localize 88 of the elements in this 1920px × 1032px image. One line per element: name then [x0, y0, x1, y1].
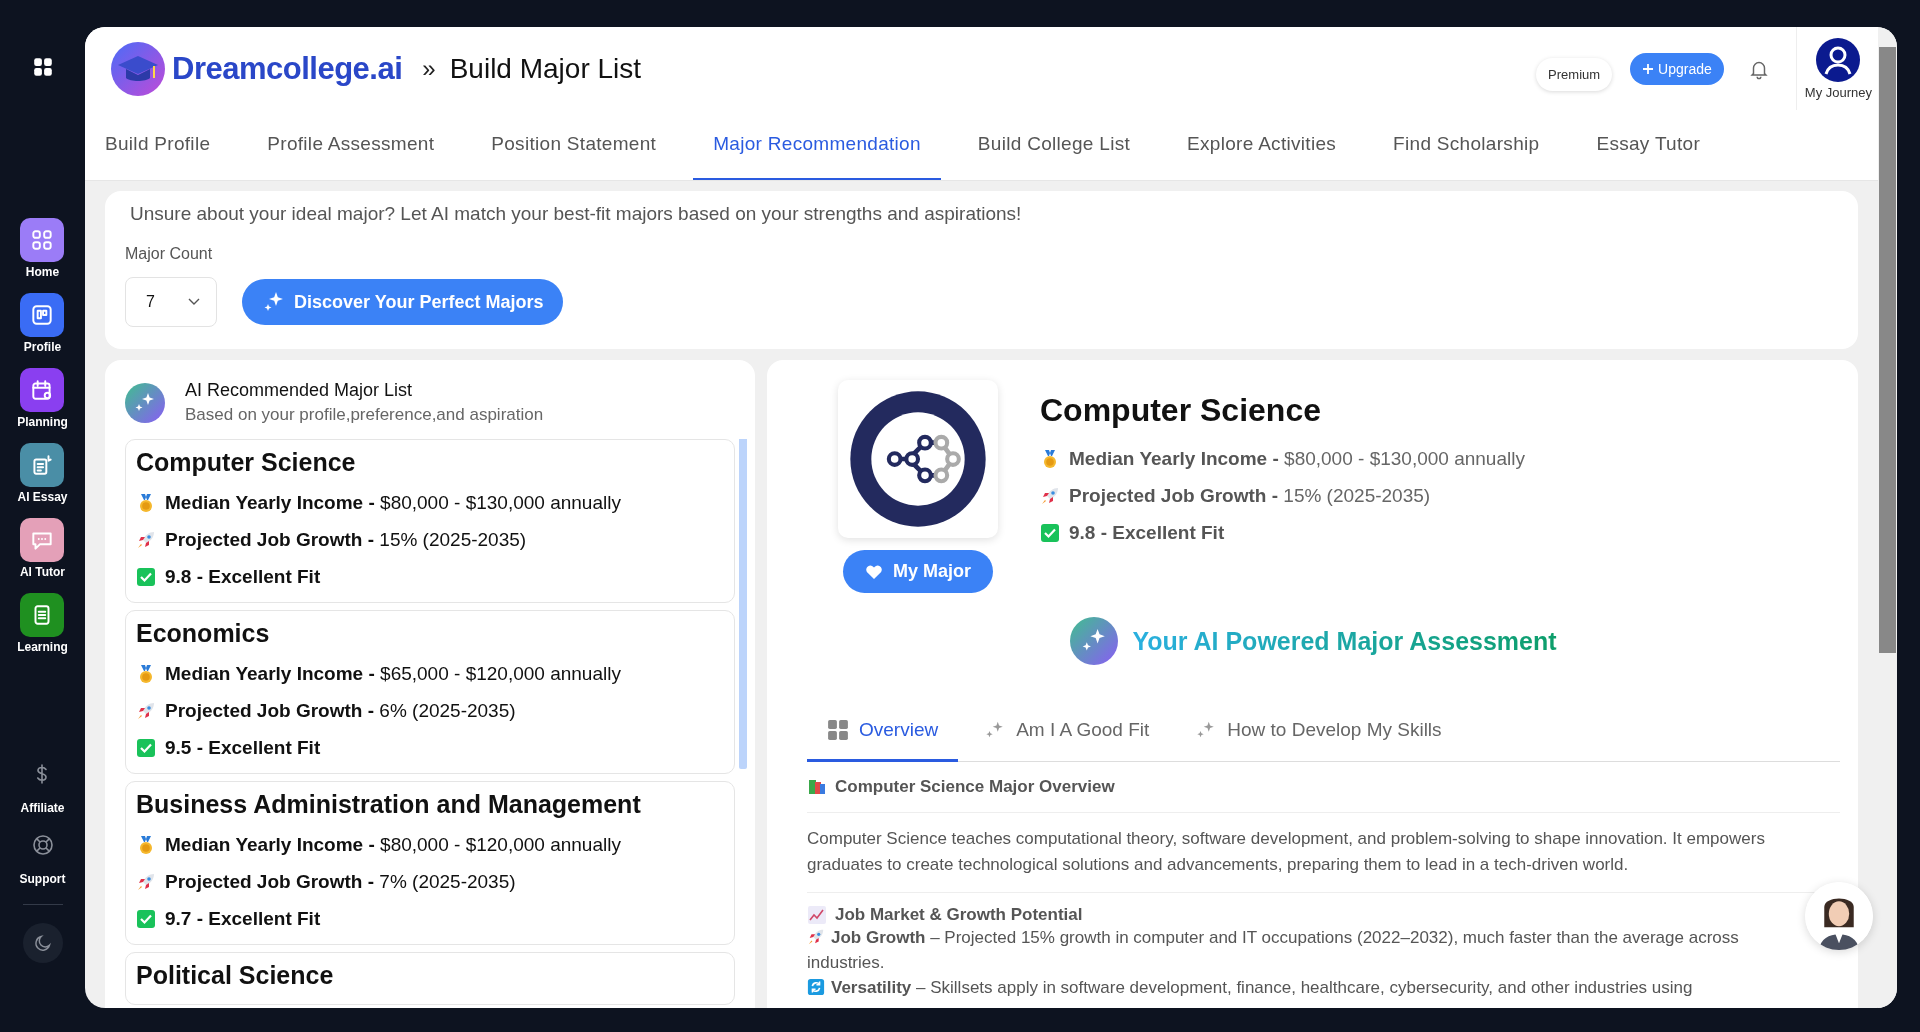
upgrade-button[interactable]: Upgrade [1630, 52, 1724, 85]
bullet-text: Versatility – Skillsets apply in software development, finance, healthcare, cybersecurity, and other industries using [807, 975, 1840, 1000]
section-title: Job Market & Growth Potential [835, 905, 1083, 925]
sparkle-icon [1070, 617, 1119, 665]
major-name: Computer Science [136, 448, 357, 477]
intro-text: Unsure about your ideal major? Let AI match your best-fit majors based on your strengths and aspirations! [130, 203, 1023, 225]
nav-label: Planning [17, 415, 68, 429]
fit-score: 9.7 - Excellent Fit [165, 908, 321, 930]
section-tab[interactable]: How to Develop My Skills [1175, 705, 1462, 762]
major-title: Computer Science [1040, 392, 1322, 429]
books-icon [807, 777, 827, 797]
field-label: Major Count [125, 245, 214, 263]
section-tab[interactable]: Overview [807, 705, 959, 762]
nav-tab[interactable]: Major Recommendation [693, 110, 941, 180]
chart-icon [807, 905, 827, 925]
growth-text: Projected Job Growth - 15% (2025-2035) [1069, 485, 1431, 507]
nav-label: Home [25, 265, 60, 279]
premium-badge[interactable]: Premium [1536, 58, 1613, 91]
rocket-icon [136, 530, 156, 550]
brand-name[interactable]: Dreamcollege.ai [172, 50, 403, 87]
chevron-down-icon [188, 298, 200, 306]
income-text: Median Yearly Income - $80,000 - $130,000 annually [1069, 448, 1525, 470]
income-text: Median Yearly Income - $65,000 - $120,000 annually [165, 663, 621, 685]
nav-label: AI Essay [17, 490, 68, 504]
nav-app-button[interactable] [20, 368, 65, 412]
nav-label: AI Tutor [19, 565, 66, 579]
nav-label: Profile [23, 340, 62, 354]
major-count-select[interactable]: 7 [125, 277, 217, 327]
section-tab[interactable]: Am I A Good Fit [964, 705, 1170, 762]
nav-tab[interactable]: Essay Tutor [1576, 110, 1721, 180]
discover-button[interactable]: Discover Your Perfect Majors [242, 279, 564, 325]
list-title: AI Recommended Major List [185, 380, 414, 401]
fit-score: 9.8 - Excellent Fit [165, 566, 321, 588]
logo-icon[interactable] [110, 40, 166, 97]
plus-icon [1642, 62, 1655, 75]
list-subtitle: Based on your profile,preference,and aspiration [185, 405, 544, 425]
refresh-icon [807, 978, 825, 996]
scrollbar-thumb[interactable] [739, 439, 747, 769]
major-card[interactable]: Computer Science Median Yearly Income - $80,000 - $130,000 annually Projected Job Growth - 15% (2025-2035) 9.8 - Excellent Fit [125, 439, 735, 603]
check-icon [136, 909, 156, 929]
fit-score: 9.8 - Excellent Fit [1069, 522, 1225, 544]
page-title: Build Major List [449, 52, 642, 85]
apps-icon[interactable] [31, 56, 54, 78]
heart-icon [865, 563, 883, 580]
major-card[interactable]: Business Administration and Management Median Yearly Income - $80,000 - $120,000 annually Projected Job Growth - 7% (2025-2035) 9.7 - Excellent Fit [125, 781, 735, 945]
major-name: Business Administration and Management [136, 790, 642, 819]
support-icon[interactable] [30, 833, 55, 857]
nav-label: Affiliate [20, 801, 65, 815]
nav-app-button[interactable] [20, 218, 65, 262]
check-icon [1040, 523, 1060, 543]
nav-tab[interactable]: Position Statement [471, 110, 677, 180]
major-name: Economics [136, 619, 271, 648]
nav-tab[interactable]: Profile Assessment [247, 110, 455, 180]
nav-app-button[interactable] [20, 593, 65, 637]
sparkle-icon [125, 382, 165, 423]
nav-app-button[interactable] [20, 443, 65, 487]
major-card[interactable]: Political Science [125, 952, 735, 1005]
income-text: Median Yearly Income - $80,000 - $130,000 annually [165, 492, 621, 514]
rocket-icon [136, 701, 156, 721]
major-name: Political Science [136, 961, 335, 990]
nav-app-button[interactable] [20, 518, 65, 562]
check-icon [136, 567, 156, 587]
nav-tab[interactable]: Build Profile [85, 110, 231, 180]
rocket-icon [136, 872, 156, 892]
growth-text: Projected Job Growth - 15% (2025-2035) [165, 529, 527, 551]
income-text: Median Yearly Income - $80,000 - $120,000 annually [165, 834, 621, 856]
fit-score: 9.5 - Excellent Fit [165, 737, 321, 759]
rocket-icon [1040, 486, 1060, 506]
growth-text: Projected Job Growth - 7% (2025-2035) [165, 871, 516, 893]
nav-app-button[interactable] [20, 293, 65, 337]
major-card[interactable]: Economics Median Yearly Income - $65,000 - $120,000 annually Projected Job Growth - 6% (2025-2035) 9.5 - Excellent Fit [125, 610, 735, 774]
my-journey-label[interactable]: My Journey [1804, 84, 1872, 100]
nav-tab[interactable]: Build College List [957, 110, 1151, 180]
nav-tab[interactable]: Find Scholarship [1373, 110, 1560, 180]
section-title: Computer Science Major Overview [835, 777, 1115, 797]
scrollbar-thumb[interactable] [1879, 47, 1896, 653]
check-icon [136, 738, 156, 758]
grid-icon [827, 719, 849, 741]
rocket-icon [807, 928, 825, 946]
user-avatar-icon[interactable] [1816, 37, 1861, 82]
growth-text: Projected Job Growth - 6% (2025-2035) [165, 700, 516, 722]
breadcrumb-separator: » [422, 54, 436, 83]
academy-logo-icon [848, 389, 988, 529]
nav-tab[interactable]: Explore Activities [1167, 110, 1357, 180]
nav-label: Learning [17, 640, 68, 654]
dark-mode-toggle[interactable] [22, 923, 63, 963]
my-major-button[interactable]: My Major [843, 550, 993, 593]
nav-label: Support [19, 872, 66, 886]
